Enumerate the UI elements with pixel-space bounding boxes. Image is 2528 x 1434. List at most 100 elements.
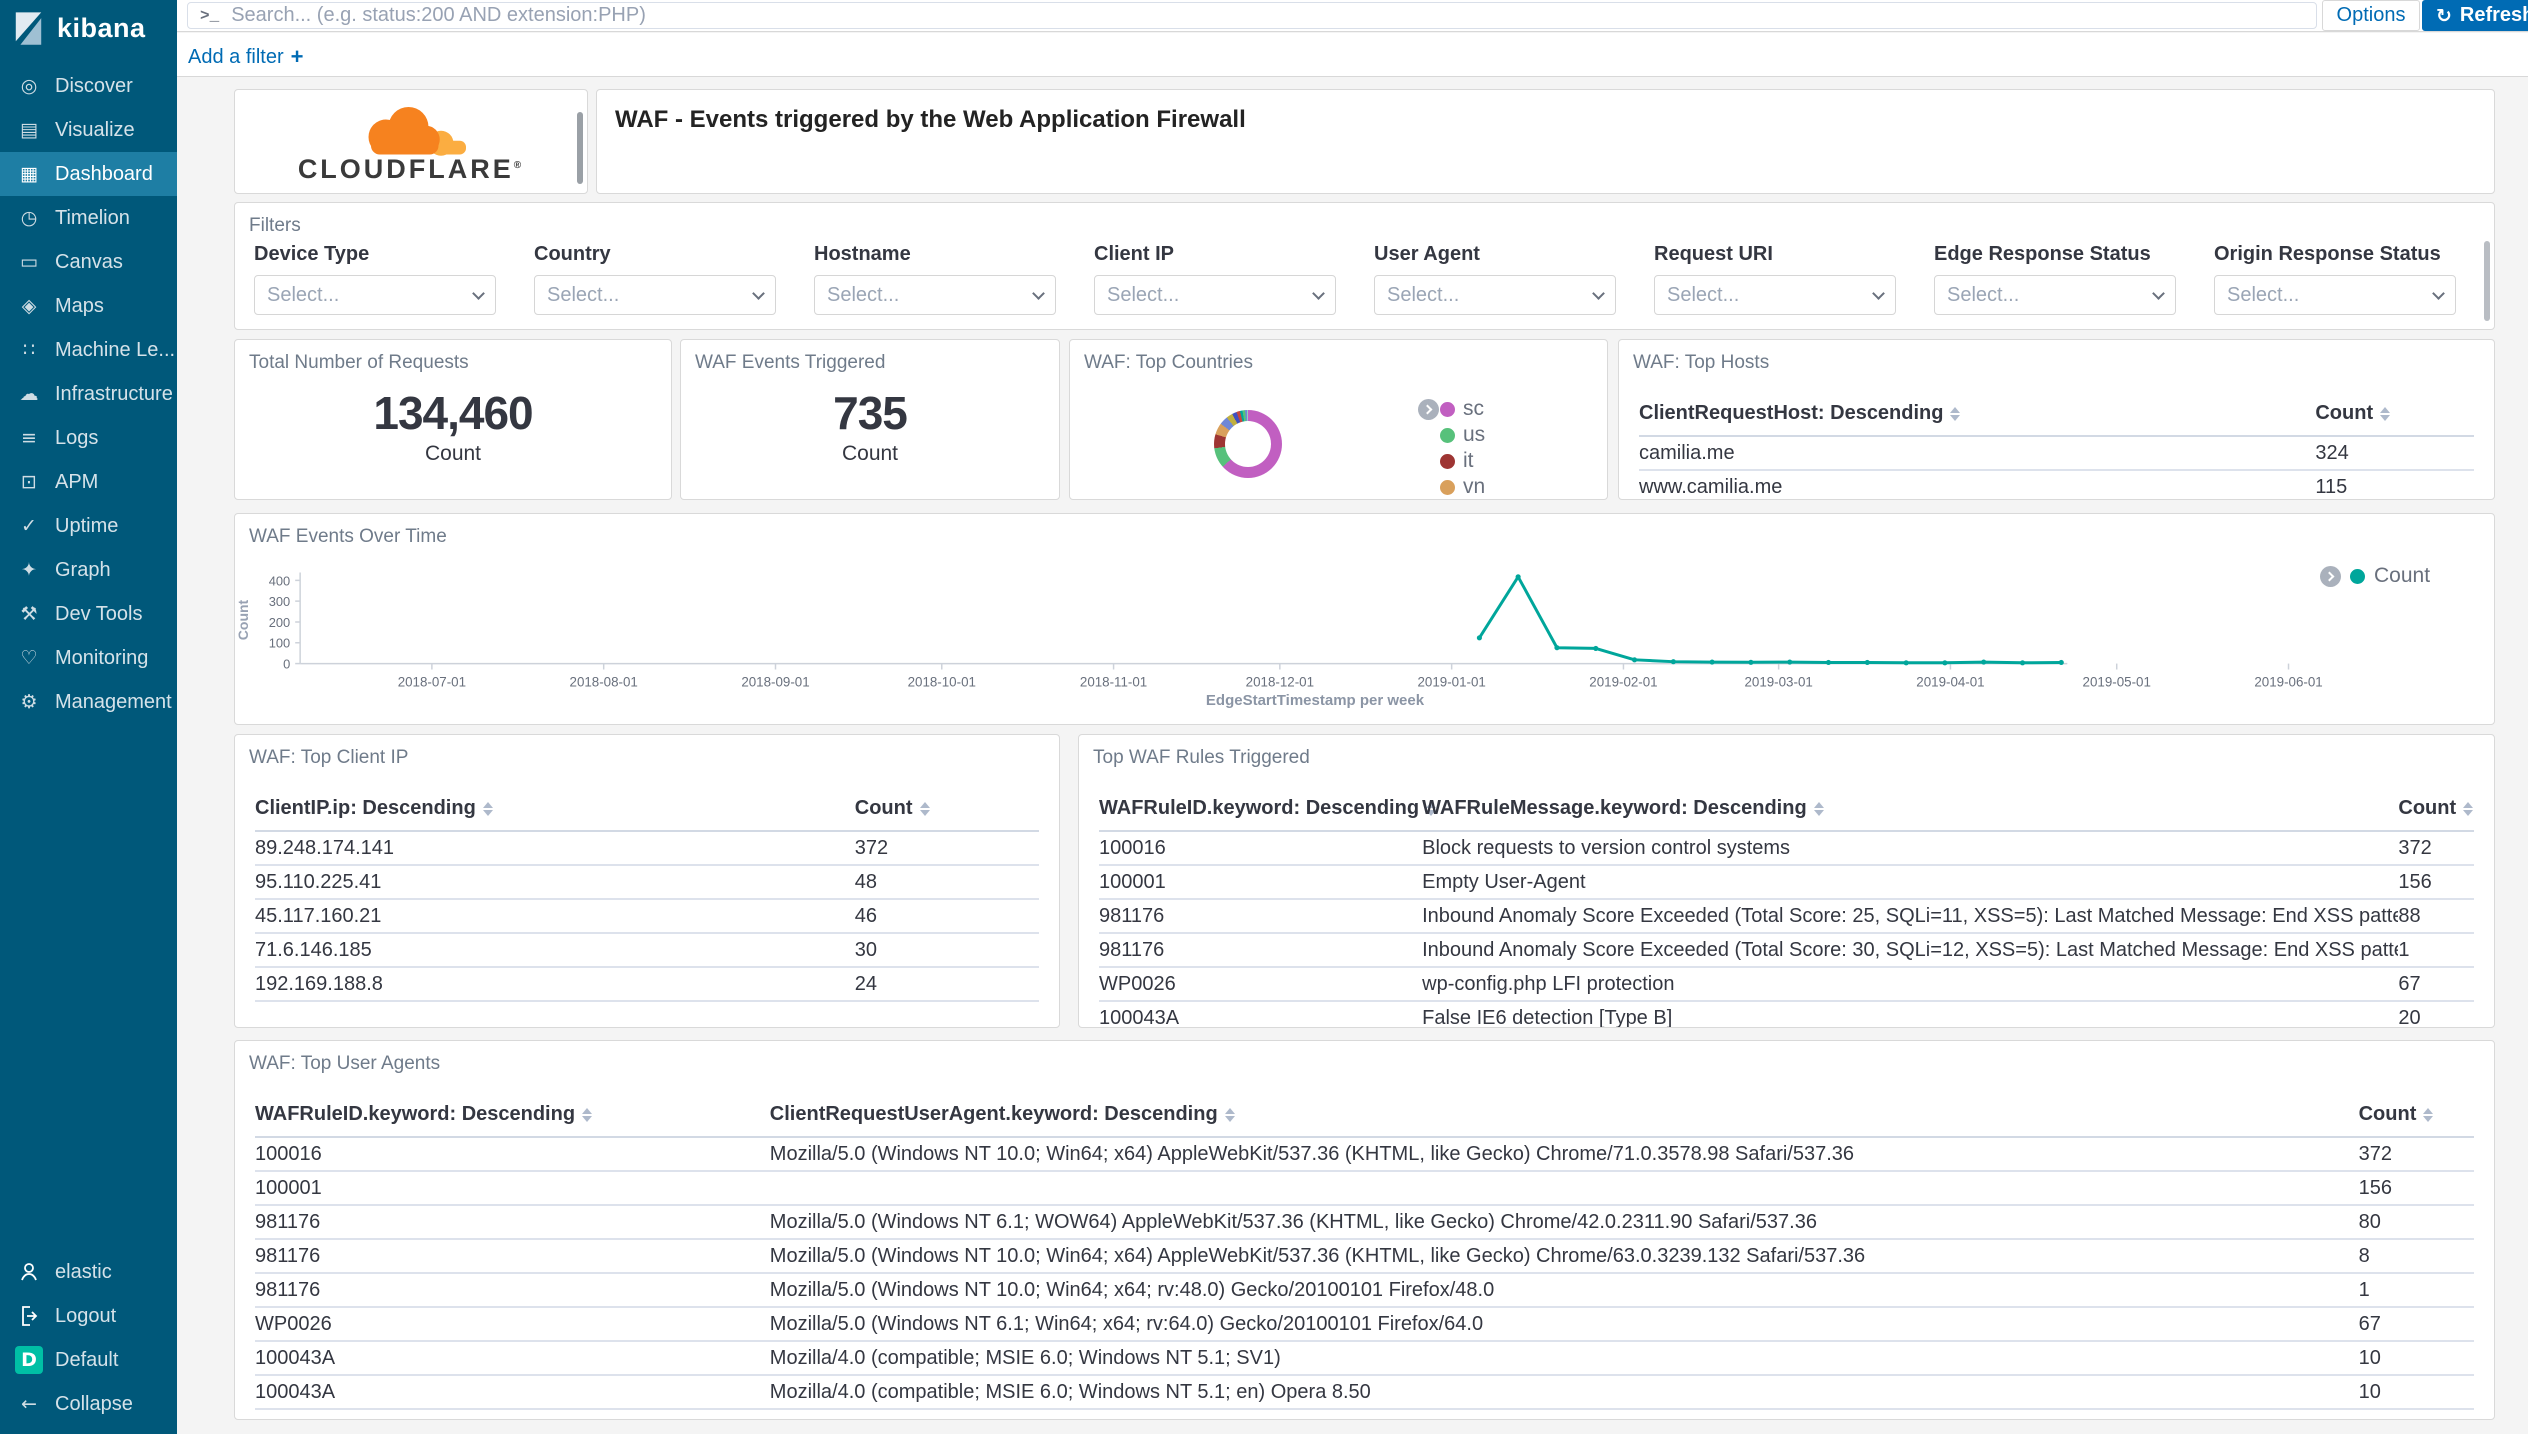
legend-toggle-icon[interactable] bbox=[2320, 566, 2341, 587]
sort-caret-icon[interactable] bbox=[2423, 1108, 2433, 1122]
table-cell: 100043A bbox=[1099, 1001, 1422, 1028]
sidebar-item-timelion[interactable]: ◷Timelion bbox=[0, 196, 177, 240]
sidebar-item-visualize[interactable]: ▤Visualize bbox=[0, 108, 177, 152]
sidebar-item-label: Logout bbox=[55, 1305, 116, 1328]
search-input[interactable]: >_ Search... (e.g. status:200 AND extens… bbox=[187, 2, 2317, 29]
filter-select-client-ip[interactable]: Select... bbox=[1094, 275, 1336, 315]
column-header-label: Count bbox=[2398, 797, 2456, 820]
sidebar-item-monitoring[interactable]: ♡Monitoring bbox=[0, 636, 177, 680]
filter-group-request-uri: Request URISelect... bbox=[1654, 243, 1896, 315]
dashboard-grid-icon: ▦ bbox=[15, 163, 43, 185]
column-header-wafruleid-keyword-descending[interactable]: WAFRuleID.keyword: Descending bbox=[1099, 793, 1422, 831]
add-filter-link[interactable]: Add a filter + bbox=[188, 44, 303, 70]
sidebar-item-dashboard[interactable]: ▦Dashboard bbox=[0, 152, 177, 196]
filter-select-hostname[interactable]: Select... bbox=[814, 275, 1056, 315]
sort-caret-icon[interactable] bbox=[2463, 802, 2473, 816]
legend-item-us[interactable]: us bbox=[1440, 422, 1485, 448]
legend-item-sc[interactable]: sc bbox=[1440, 396, 1485, 422]
column-header-clientip-ip-descending[interactable]: ClientIP.ip: Descending bbox=[255, 793, 855, 831]
refresh-button[interactable]: ↻ Refresh bbox=[2422, 0, 2528, 31]
sidebar-item-management[interactable]: ⚙Management bbox=[0, 680, 177, 724]
filter-select-device-type[interactable]: Select... bbox=[254, 275, 496, 315]
column-header-clientrequestuseragent-keyword-descending[interactable]: ClientRequestUserAgent.keyword: Descendi… bbox=[770, 1099, 2359, 1137]
table-cell: 89.248.174.141 bbox=[255, 831, 855, 865]
svg-text:2019-03-01: 2019-03-01 bbox=[1744, 674, 1812, 689]
chevron-down-icon bbox=[1592, 287, 1605, 300]
plus-icon: + bbox=[291, 44, 304, 70]
dashboard-canvas: CLOUDFLARE® WAF - Events triggered by th… bbox=[177, 77, 2528, 1434]
collapse-arrow-icon: ← bbox=[15, 1393, 43, 1415]
table-row: 100043AFalse IE6 detection [Type B]20 bbox=[1099, 1001, 2474, 1028]
legend-swatch bbox=[1440, 480, 1455, 495]
metric-unit: Count bbox=[681, 442, 1059, 466]
top-countries-donut[interactable] bbox=[1214, 410, 1282, 478]
sort-caret-icon[interactable] bbox=[1225, 1108, 1235, 1122]
panel-waf-events-triggered: WAF Events Triggered 735 Count bbox=[680, 339, 1060, 500]
sidebar-item-apm[interactable]: ⊡APM bbox=[0, 460, 177, 504]
column-header-count[interactable]: Count bbox=[2359, 1099, 2474, 1137]
table-cell: 71.6.146.185 bbox=[255, 933, 855, 967]
chevron-down-icon bbox=[1312, 287, 1325, 300]
sidebar-item-collapse[interactable]: ←Collapse bbox=[0, 1382, 177, 1426]
legend-label: us bbox=[1463, 423, 1485, 447]
sidebar-item-logs[interactable]: ≡Logs bbox=[0, 416, 177, 460]
legend-swatch bbox=[1440, 402, 1455, 417]
legend-series-label[interactable]: Count bbox=[2374, 564, 2430, 588]
sidebar-item-graph[interactable]: ✦Graph bbox=[0, 548, 177, 592]
sort-caret-icon[interactable] bbox=[483, 802, 493, 816]
filter-select-request-uri[interactable]: Select... bbox=[1654, 275, 1896, 315]
sidebar-item-infrastructure[interactable]: ☁Infrastructure bbox=[0, 372, 177, 416]
top-query-bar: >_ Search... (e.g. status:200 AND extens… bbox=[177, 0, 2528, 32]
options-button[interactable]: Options bbox=[2322, 0, 2420, 31]
table-cell: 324 bbox=[2315, 436, 2474, 470]
table-cell: 8 bbox=[2359, 1239, 2474, 1273]
sidebar-item-label: Default bbox=[55, 1349, 118, 1372]
sidebar-item-canvas[interactable]: ▭Canvas bbox=[0, 240, 177, 284]
table-cell: 20 bbox=[2398, 1001, 2474, 1028]
panel-scrollbar[interactable] bbox=[2484, 241, 2490, 321]
filter-select-origin-response-status[interactable]: Select... bbox=[2214, 275, 2456, 315]
table-panel-title: WAF: Top Hosts bbox=[1619, 340, 2494, 374]
column-header-count[interactable]: Count bbox=[855, 793, 1039, 831]
sort-caret-icon[interactable] bbox=[920, 802, 930, 816]
select-placeholder: Select... bbox=[1387, 284, 1459, 307]
sidebar-item-machine-le[interactable]: ∷Machine Le... bbox=[0, 328, 177, 372]
filter-select-country[interactable]: Select... bbox=[534, 275, 776, 315]
panel-scrollbar[interactable] bbox=[577, 112, 583, 184]
logout-door-icon bbox=[15, 1304, 43, 1328]
column-header-count[interactable]: Count bbox=[2398, 793, 2474, 831]
sidebar-item-label: Uptime bbox=[55, 515, 118, 538]
sidebar-item-uptime[interactable]: ✓Uptime bbox=[0, 504, 177, 548]
table-cell: 372 bbox=[855, 831, 1039, 865]
sidebar-item-default[interactable]: DDefault bbox=[0, 1338, 177, 1382]
legend-item-it[interactable]: it bbox=[1440, 448, 1485, 474]
column-header-wafruleid-keyword-descending[interactable]: WAFRuleID.keyword: Descending bbox=[255, 1099, 770, 1137]
table-cell: 10 bbox=[2359, 1341, 2474, 1375]
sidebar-item-dev-tools[interactable]: ⚒Dev Tools bbox=[0, 592, 177, 636]
sort-caret-icon[interactable] bbox=[1814, 802, 1824, 816]
table-cell: 156 bbox=[2359, 1171, 2474, 1205]
column-header-count[interactable]: Count bbox=[2315, 398, 2474, 436]
sidebar-item-elastic[interactable]: elastic bbox=[0, 1250, 177, 1294]
select-placeholder: Select... bbox=[827, 284, 899, 307]
table-row: 981176Mozilla/5.0 (Windows NT 10.0; Win6… bbox=[255, 1239, 2474, 1273]
sidebar-item-discover[interactable]: ◎Discover bbox=[0, 64, 177, 108]
filter-select-edge-response-status[interactable]: Select... bbox=[1934, 275, 2176, 315]
select-placeholder: Select... bbox=[1667, 284, 1739, 307]
sort-caret-icon[interactable] bbox=[1950, 407, 1960, 421]
table-cell: Mozilla/5.0 (Windows NT 6.1; WOW64) Appl… bbox=[770, 1205, 2359, 1239]
legend-swatch bbox=[1440, 428, 1455, 443]
kibana-logo[interactable]: kibana bbox=[0, 0, 177, 56]
column-header-wafrulemessage-keyword-descending[interactable]: WAFRuleMessage.keyword: Descending bbox=[1422, 793, 2398, 831]
panel-cloudflare-logo: CLOUDFLARE® bbox=[234, 89, 588, 194]
sidebar-item-maps[interactable]: ◈Maps bbox=[0, 284, 177, 328]
filter-select-user-agent[interactable]: Select... bbox=[1374, 275, 1616, 315]
sidebar-footer: elastic Logout DDefault←Collapse bbox=[0, 1250, 177, 1426]
sort-caret-icon[interactable] bbox=[2380, 407, 2390, 421]
legend-swatch bbox=[1440, 454, 1455, 469]
sidebar-item-logout[interactable]: Logout bbox=[0, 1294, 177, 1338]
sort-caret-icon[interactable] bbox=[582, 1108, 592, 1122]
legend-item-vn[interactable]: vn bbox=[1440, 474, 1485, 500]
column-header-clientrequesthost-descending[interactable]: ClientRequestHost: Descending bbox=[1639, 398, 2315, 436]
legend-toggle-icon[interactable] bbox=[1418, 399, 1439, 420]
